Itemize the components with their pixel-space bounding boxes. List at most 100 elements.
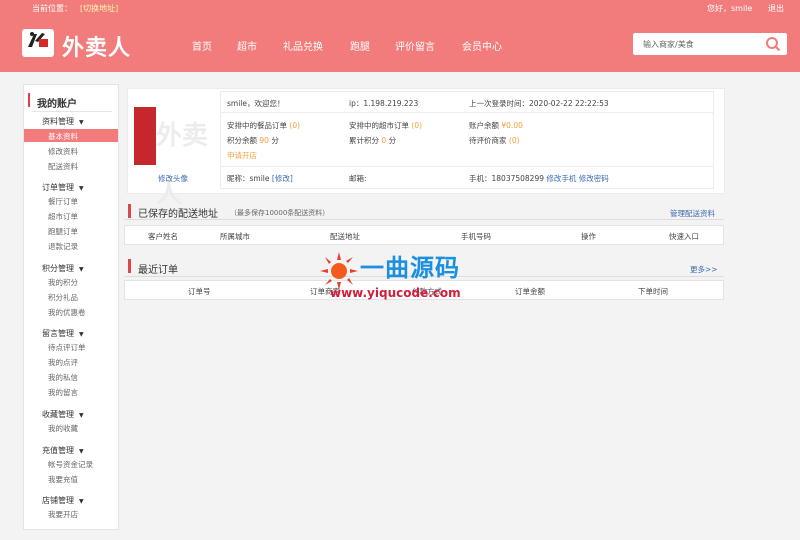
manage-addresses-link[interactable]: 管理配送资料 (670, 208, 715, 219)
top-bar: 当前位置： [切换地址] 您好，smile 退出 (0, 0, 800, 16)
chevron-down-icon: ▼ (79, 266, 84, 273)
food-orders-count[interactable]: (0) (289, 121, 300, 130)
column-header: 订单号 (188, 287, 211, 296)
to-rate-count[interactable]: (0) (509, 136, 520, 145)
sidebar-group-profile[interactable]: 资料管理 ▼ (42, 116, 84, 127)
ip-info: ip：1.198.219.223 (349, 99, 419, 108)
column-header: 客户姓名 (148, 232, 178, 241)
section-marker (128, 204, 131, 218)
market-orders-count[interactable]: (0) (411, 121, 422, 130)
column-header: 所属城市 (220, 232, 250, 241)
user-greeting[interactable]: 您好，smile (707, 3, 752, 14)
sidebar-item-restaurant-orders[interactable]: 餐厅订单 (48, 196, 78, 207)
phone-info: 手机：18037508299 修改手机 修改密码 (469, 174, 609, 183)
edit-nickname-link[interactable]: [修改] (272, 174, 293, 183)
edit-avatar-link[interactable]: 修改头像 (158, 173, 188, 184)
nickname: 昵称：smile [修改] (227, 174, 293, 183)
logo-icon[interactable] (22, 29, 54, 57)
sidebar-group-messages[interactable]: 留言管理 ▼ (42, 328, 84, 339)
sidebar-item-refunds[interactable]: 退款记录 (48, 241, 78, 252)
profile-panel: 外卖人 修改头像 smile，欢迎您！ ip：1.198.219.223 上一次… (127, 88, 725, 209)
sidebar-item-to-review[interactable]: 待点评订单 (48, 342, 86, 353)
balance-stat: 账户余额 ¥0.00 (469, 121, 523, 130)
points-stat: 积分余额 90 分 (227, 136, 279, 145)
sidebar-group-shop[interactable]: 店铺管理 ▼ (42, 495, 84, 506)
column-header: 下单时间 (638, 287, 668, 296)
chevron-down-icon: ▼ (79, 331, 84, 338)
chevron-down-icon: ▼ (79, 119, 84, 126)
sidebar-item-edit-info[interactable]: 修改资料 (48, 146, 78, 157)
sidebar-item-my-comments[interactable]: 我的留言 (48, 387, 78, 398)
divider (32, 111, 112, 112)
sidebar-item-my-messages[interactable]: 我的私信 (48, 372, 78, 383)
sidebar-item-recharge[interactable]: 我要充值 (48, 474, 78, 485)
edit-phone-link[interactable]: 修改手机 (546, 174, 576, 183)
search-box[interactable]: 输入商家/美食 (633, 33, 787, 55)
avatar[interactable]: 外卖人 (134, 97, 220, 209)
sidebar-item-market-orders[interactable]: 超市订单 (48, 211, 78, 222)
to-rate-stat: 待评价商家 (0) (469, 136, 520, 145)
nav-market[interactable]: 超市 (237, 38, 257, 53)
sidebar-item-my-points[interactable]: 我的积分 (48, 277, 78, 288)
section-marker (128, 259, 131, 273)
email-label: 邮箱: (349, 174, 367, 183)
watermark-text: 一曲源码 (360, 253, 460, 282)
column-header: 订单金额 (515, 287, 545, 296)
last-login: 上一次登录时间：2020-02-22 22:22:53 (469, 99, 609, 108)
addresses-table-header: 客户姓名 所属城市 配送地址 手机号码 操作 快速入口 (124, 225, 724, 245)
chevron-down-icon: ▼ (79, 498, 84, 505)
total-points-stat: 累计积分 0 分 (349, 136, 397, 145)
divider (221, 166, 713, 167)
column-header: 手机号码 (461, 232, 491, 241)
nav-member-center[interactable]: 会员中心 (462, 38, 502, 53)
account-info: smile，欢迎您！ ip：1.198.219.223 上一次登录时间：2020… (220, 91, 714, 189)
addresses-title: 已保存的配送地址 (138, 209, 218, 220)
sidebar-group-recharge[interactable]: 充值管理 ▼ (42, 445, 84, 456)
divider (221, 112, 713, 113)
logout-link[interactable]: 退出 (768, 3, 784, 14)
sidebar-group-orders[interactable]: 订单管理 ▼ (42, 182, 84, 193)
food-orders-stat: 安排中的餐品订单 (0) (227, 121, 301, 130)
apply-shop-link[interactable]: 申请开店 (227, 150, 257, 161)
sidebar-item-my-favorites[interactable]: 我的收藏 (48, 423, 78, 434)
sidebar-group-favorites[interactable]: 收藏管理 ▼ (42, 409, 84, 420)
chevron-down-icon: ▼ (79, 448, 84, 455)
sidebar-item-my-reviews[interactable]: 我的点评 (48, 357, 78, 368)
sidebar-item-errand-orders[interactable]: 跑腿订单 (48, 226, 78, 237)
addresses-note: （最多保存10000条配送资料） (230, 209, 330, 217)
column-header: 操作 (581, 232, 596, 241)
nav-errands[interactable]: 跑腿 (350, 38, 370, 53)
watermark: 一曲源码 www.yiqucode.com (320, 248, 480, 308)
brand-name[interactable]: 外卖人 (62, 30, 131, 62)
sidebar-item-fund-records[interactable]: 帐号资金记录 (48, 459, 93, 470)
orders-title: 最近订单 (138, 265, 178, 276)
sidebar-item-delivery-info[interactable]: 配送资料 (48, 161, 78, 172)
sidebar-item-basic-info[interactable]: 基本资料 (24, 129, 118, 142)
sun-logo-icon (320, 252, 358, 290)
market-orders-stat: 安排中的超市订单 (0) (349, 121, 423, 130)
more-orders-link[interactable]: 更多>> (690, 264, 718, 275)
header: 当前位置： [切换地址] 您好，smile 退出 外卖人 首页 超市 礼品兑换 … (0, 0, 800, 72)
nav-gifts[interactable]: 礼品兑换 (283, 38, 323, 53)
sidebar-title: 我的账户 (37, 99, 77, 110)
welcome-text: smile，欢迎您！ (227, 99, 285, 108)
location-label: 当前位置： (32, 4, 72, 13)
nav-home[interactable]: 首页 (192, 38, 212, 53)
sidebar-item-coupons[interactable]: 我的优惠卷 (48, 307, 86, 318)
search-input[interactable]: 输入商家/美食 (643, 39, 694, 50)
chevron-down-icon: ▼ (79, 412, 84, 419)
chevron-down-icon: ▼ (79, 185, 84, 192)
sidebar-item-point-gifts[interactable]: 积分礼品 (48, 292, 78, 303)
divider (124, 219, 724, 220)
avatar-logo-block (134, 107, 156, 165)
switch-address-link[interactable]: [切换地址] (80, 3, 118, 14)
watermark-url: www.yiqucode.com (330, 286, 461, 300)
sidebar-item-open-shop[interactable]: 我要开店 (48, 509, 78, 520)
column-header: 配送地址 (330, 232, 360, 241)
sidebar-group-points[interactable]: 积分管理 ▼ (42, 263, 84, 274)
nav-reviews[interactable]: 评价留言 (395, 38, 435, 53)
search-icon[interactable] (765, 36, 781, 52)
sidebar: 我的账户 资料管理 ▼ 基本资料 修改资料 配送资料 订单管理 ▼ 餐厅订单 超市订… (23, 84, 119, 530)
edit-password-link[interactable]: 修改密码 (579, 174, 609, 183)
column-header: 快速入口 (669, 232, 699, 241)
